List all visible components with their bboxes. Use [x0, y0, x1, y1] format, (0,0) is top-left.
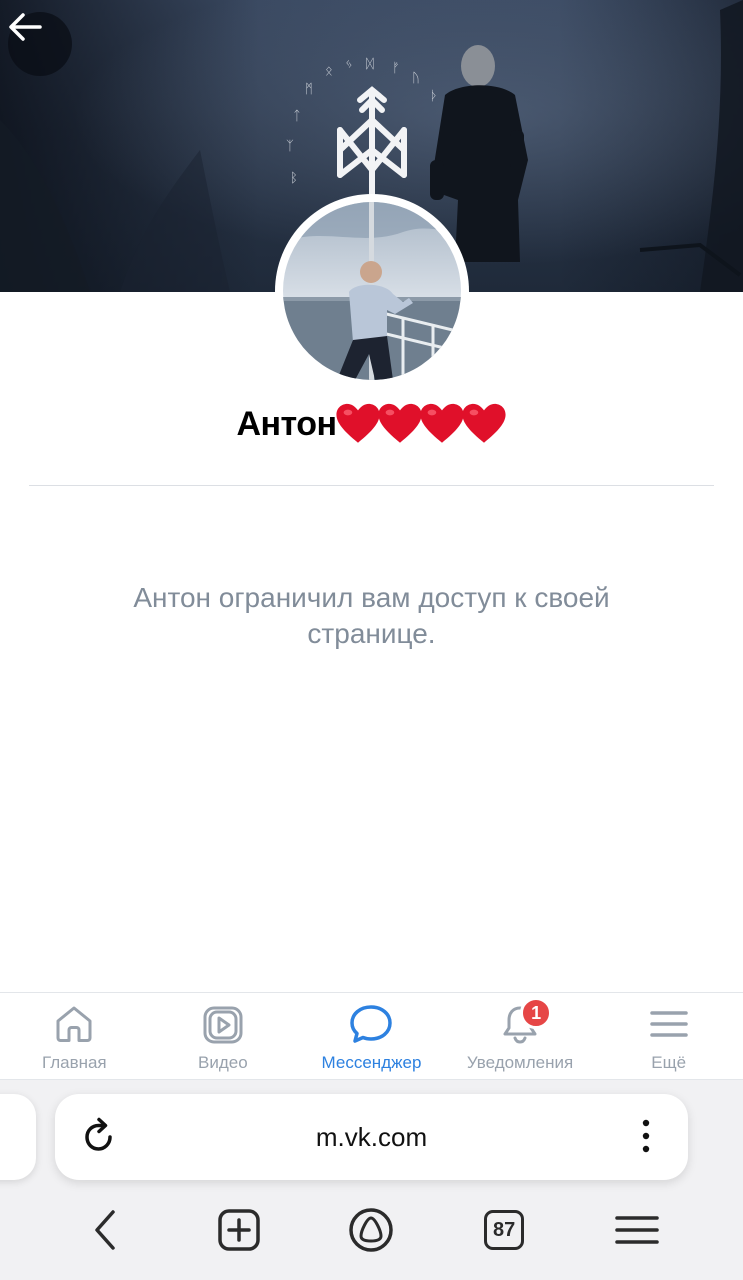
tab-more-label: Ещё [651, 1053, 687, 1072]
more-vertical-icon[interactable] [634, 1116, 658, 1156]
avatar-photo [283, 202, 461, 380]
svg-text:ᚠ: ᚠ [392, 61, 400, 76]
browser-menu-button[interactable] [607, 1202, 667, 1258]
chevron-left-icon [95, 1210, 116, 1250]
svg-text:ᛃ: ᛃ [345, 57, 353, 72]
notification-badge: 1 [520, 997, 553, 1029]
alice-assistant-icon [349, 1208, 394, 1252]
new-tab-button[interactable] [209, 1202, 269, 1258]
reload-icon[interactable] [79, 1116, 119, 1156]
restricted-message: Антон ограничил вам доступ к своей стран… [133, 582, 610, 649]
vk-tab-bar: Главная Видео Мессенджер 1 Уведомления Е… [0, 992, 743, 1080]
profile-name: Антон [236, 404, 337, 443]
profile-avatar[interactable] [275, 194, 469, 388]
tab-video-label: Видео [198, 1053, 248, 1072]
alice-button[interactable] [341, 1202, 401, 1258]
heart-icon [461, 403, 506, 443]
svg-text:ᛉ: ᛉ [286, 139, 294, 154]
previous-tab-card[interactable] [0, 1094, 36, 1180]
hearts-emoji [335, 402, 507, 446]
tabs-button[interactable]: 87 [474, 1202, 534, 1258]
heart-icon [335, 403, 380, 443]
browser-back-button[interactable] [76, 1202, 136, 1258]
svg-text:ᛏ: ᛏ [293, 109, 301, 124]
svg-text:ᚦ: ᚦ [430, 89, 438, 104]
tab-home-label: Главная [41, 1053, 107, 1072]
back-button[interactable] [8, 12, 72, 76]
tab-messenger-label: Мессенджер [321, 1053, 422, 1072]
hamburger-icon [614, 1216, 659, 1244]
svg-text:ᛞ: ᛞ [366, 57, 374, 72]
home-icon [56, 1006, 92, 1042]
svg-text:ᚢ: ᚢ [412, 71, 420, 86]
tab-video[interactable]: Видео [149, 993, 298, 1079]
tab-home[interactable]: Главная [0, 993, 149, 1079]
arrow-left-icon [9, 13, 42, 41]
svg-text:ᛒ: ᛒ [290, 171, 298, 186]
heart-icon [419, 403, 464, 443]
messenger-icon [350, 1005, 393, 1043]
tab-notifications[interactable]: 1 Уведомления [446, 993, 595, 1079]
video-icon [203, 1006, 243, 1044]
plus-square-icon [218, 1209, 260, 1251]
tab-messenger[interactable]: Мессенджер [297, 993, 446, 1079]
divider [29, 485, 714, 486]
heart-icon [377, 403, 422, 443]
url-text[interactable]: m.vk.com [55, 1122, 688, 1153]
tabs-count: 87 [484, 1210, 525, 1250]
profile-name-row: Антон [0, 402, 743, 446]
tab-notifications-label: Уведомления [466, 1053, 574, 1072]
menu-icon [649, 1011, 688, 1037]
tab-more[interactable]: Ещё [594, 993, 743, 1079]
browser-toolbar: 87 [0, 1200, 743, 1260]
address-bar[interactable]: m.vk.com [55, 1094, 688, 1180]
svg-text:ᛗ: ᛗ [305, 82, 313, 97]
browser-chrome: m.vk.com 87 [0, 1080, 743, 1280]
svg-text:ᛟ: ᛟ [325, 64, 333, 79]
